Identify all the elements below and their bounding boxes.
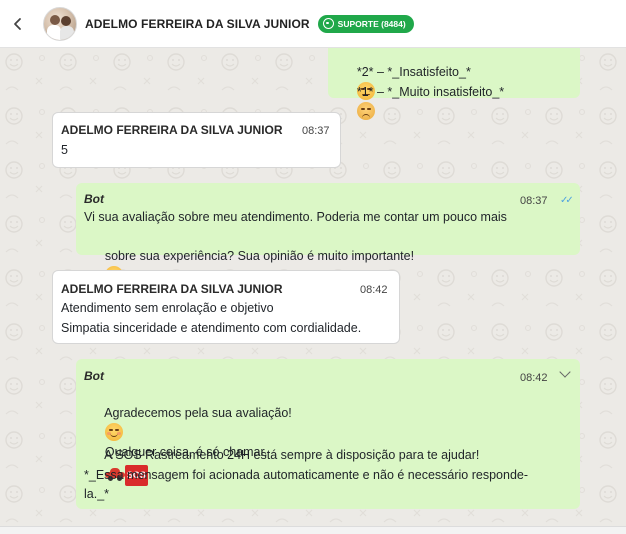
avatar[interactable] xyxy=(43,6,77,41)
message-sender: Bot xyxy=(84,192,104,206)
pensive-emoji xyxy=(356,102,375,120)
support-badge[interactable]: SUPORTE (8484) xyxy=(317,14,414,33)
contact-name[interactable]: ADELMO FERREIRA DA SILVA JUNIOR xyxy=(85,17,310,31)
message-time: 08:37 xyxy=(520,195,548,207)
chat-area[interactable]: *2* – *_Insatisfeito_* *1* – *_Muito ins… xyxy=(0,48,626,526)
message-line: Vi sua avaliação sobre meu atendimento. … xyxy=(84,210,507,224)
message-time: 08:37 xyxy=(302,125,330,137)
message-line: *_Essa mensagem foi acionada automaticam… xyxy=(84,468,529,482)
message-line: Simpatia sinceridade e atendimento com c… xyxy=(61,321,362,335)
message-bubble-outgoing[interactable]: Bot 08:37 ✓✓ Vi sua avaliação sobre meu … xyxy=(76,183,580,284)
message-time: 08:42 xyxy=(520,372,548,384)
message-line: Atendimento sem enrolação e objetivo xyxy=(61,301,274,315)
message-line: la._* xyxy=(84,487,110,501)
chevron-left-icon xyxy=(14,17,21,30)
message-bubble-incoming[interactable]: ADELMO FERREIRA DA SILVA JUNIOR 08:42 At… xyxy=(52,270,400,344)
message-sender: ADELMO FERREIRA DA SILVA JUNIOR xyxy=(61,123,283,137)
message-text: 5 xyxy=(61,143,68,157)
message-time: 08:42 xyxy=(360,284,388,296)
back-button[interactable] xyxy=(0,0,36,48)
message-bubble-incoming[interactable]: ADELMO FERREIRA DA SILVA JUNIOR 08:37 5 xyxy=(52,112,341,168)
message-sender: Bot xyxy=(84,369,104,383)
message-sender: ADELMO FERREIRA DA SILVA JUNIOR xyxy=(61,282,283,296)
chat-header: ADELMO FERREIRA DA SILVA JUNIOR SUPORTE … xyxy=(0,0,626,48)
message-line: *1* – *_Muito insatisfeito_* xyxy=(336,64,504,141)
chevron-down-icon[interactable] xyxy=(559,366,571,378)
read-ticks-icon: ✓✓ xyxy=(560,195,574,206)
message-bubble-outgoing[interactable]: Bot 08:42 Agradecemos pela sua avaliação… xyxy=(76,359,580,509)
whatsapp-icon xyxy=(322,18,334,29)
support-badge-label: SUPORTE (8484) xyxy=(337,18,406,29)
message-bubble-outgoing[interactable]: *2* – *_Insatisfeito_* *1* – *_Muito ins… xyxy=(328,48,580,120)
composer-bar[interactable] xyxy=(0,526,626,534)
